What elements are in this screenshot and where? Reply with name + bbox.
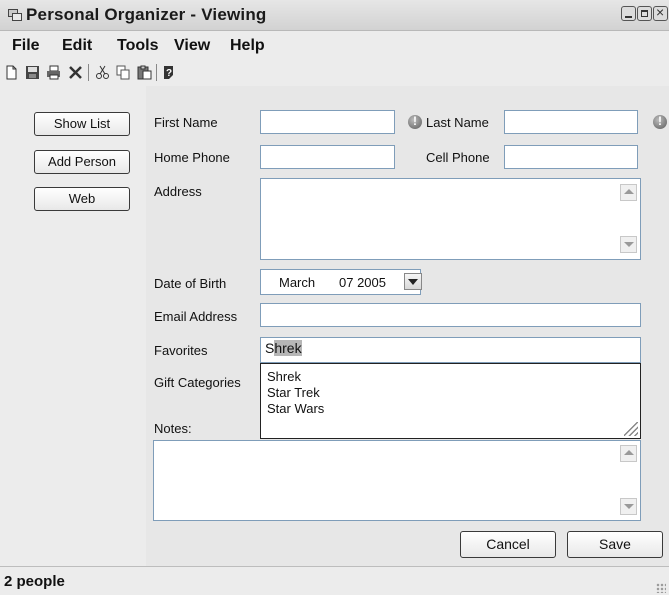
required-warning-icon bbox=[653, 114, 667, 129]
maximize-icon[interactable] bbox=[637, 6, 652, 21]
status-count: 2 people bbox=[4, 573, 65, 590]
favorites-label: Favorites bbox=[154, 343, 208, 358]
minimize-icon[interactable] bbox=[621, 6, 636, 21]
left-panel: Show List Add Person Web bbox=[0, 86, 146, 566]
add-person-button[interactable]: Add Person bbox=[34, 150, 130, 174]
scroll-down-icon[interactable] bbox=[620, 236, 637, 253]
menu-bar: File Edit Tools View Help bbox=[0, 31, 669, 59]
resize-grip-icon[interactable] bbox=[624, 422, 638, 436]
menu-edit[interactable]: Edit bbox=[62, 37, 92, 55]
menu-file[interactable]: File bbox=[12, 37, 40, 55]
autocomplete-suggestions[interactable]: Shrek Star Trek Star Wars bbox=[260, 363, 641, 439]
home-phone-label: Home Phone bbox=[154, 150, 230, 165]
menu-tools[interactable]: Tools bbox=[117, 37, 158, 55]
required-warning-icon bbox=[408, 114, 422, 129]
last-name-field[interactable] bbox=[504, 110, 638, 134]
window-app-icon bbox=[8, 9, 22, 21]
email-field[interactable] bbox=[260, 303, 641, 327]
address-field[interactable] bbox=[260, 178, 641, 260]
svg-text:?: ? bbox=[166, 68, 172, 79]
toolbar-separator bbox=[156, 64, 157, 81]
save-icon[interactable] bbox=[25, 65, 40, 80]
toolbar-separator bbox=[88, 64, 89, 81]
toolbar: ? bbox=[0, 59, 669, 85]
suggestion-shrek[interactable]: Shrek bbox=[267, 369, 301, 384]
print-icon[interactable] bbox=[46, 65, 61, 80]
person-form: First Name Last Name Home Phone Cell Pho… bbox=[146, 86, 669, 566]
cut-icon[interactable] bbox=[95, 65, 110, 80]
favorites-typed-text: S bbox=[265, 340, 275, 356]
last-name-label: Last Name bbox=[426, 115, 489, 130]
suggestion-star-wars[interactable]: Star Wars bbox=[267, 401, 324, 416]
home-phone-field[interactable] bbox=[260, 145, 395, 169]
delete-icon[interactable] bbox=[68, 65, 83, 80]
email-label: Email Address bbox=[154, 309, 238, 324]
date-of-birth-picker[interactable]: March 07 2005 bbox=[260, 269, 421, 295]
scroll-down-icon[interactable] bbox=[620, 498, 637, 515]
new-document-icon[interactable] bbox=[4, 65, 19, 80]
cancel-button[interactable]: Cancel bbox=[460, 531, 556, 558]
dob-day-year: 07 2005 bbox=[339, 275, 386, 290]
menu-view[interactable]: View bbox=[174, 37, 210, 55]
help-icon[interactable]: ? bbox=[161, 65, 176, 80]
suggestion-star-trek[interactable]: Star Trek bbox=[267, 385, 320, 400]
show-list-button[interactable]: Show List bbox=[34, 112, 130, 136]
scroll-up-icon[interactable] bbox=[620, 445, 637, 462]
window-title: Personal Organizer - Viewing bbox=[26, 5, 267, 24]
title-bar: Personal Organizer - Viewing bbox=[0, 0, 669, 31]
save-button[interactable]: Save bbox=[567, 531, 663, 558]
address-label: Address bbox=[154, 184, 202, 199]
window-resize-grip-icon[interactable] bbox=[656, 583, 666, 593]
chevron-down-icon[interactable] bbox=[404, 273, 422, 290]
first-name-field[interactable] bbox=[260, 110, 395, 134]
close-icon[interactable] bbox=[653, 4, 668, 21]
notes-label: Notes: bbox=[154, 421, 192, 436]
scroll-up-icon[interactable] bbox=[620, 184, 637, 201]
cell-phone-field[interactable] bbox=[504, 145, 638, 169]
first-name-label: First Name bbox=[154, 115, 218, 130]
dob-month: March bbox=[279, 275, 316, 290]
favorites-autocomplete-selection: hrek bbox=[274, 340, 302, 356]
status-bar: 2 people bbox=[0, 566, 669, 595]
menu-help[interactable]: Help bbox=[230, 37, 265, 55]
gift-categories-label: Gift Categories bbox=[154, 375, 241, 390]
favorites-field[interactable]: Shrek bbox=[260, 337, 641, 363]
date-of-birth-label: Date of Birth bbox=[154, 276, 227, 291]
cell-phone-label: Cell Phone bbox=[426, 150, 490, 165]
main-window: Personal Organizer - Viewing File Edit T… bbox=[0, 0, 669, 595]
paste-icon[interactable] bbox=[137, 65, 152, 80]
notes-field[interactable] bbox=[153, 440, 641, 521]
copy-icon[interactable] bbox=[116, 65, 131, 80]
web-button[interactable]: Web bbox=[34, 187, 130, 211]
